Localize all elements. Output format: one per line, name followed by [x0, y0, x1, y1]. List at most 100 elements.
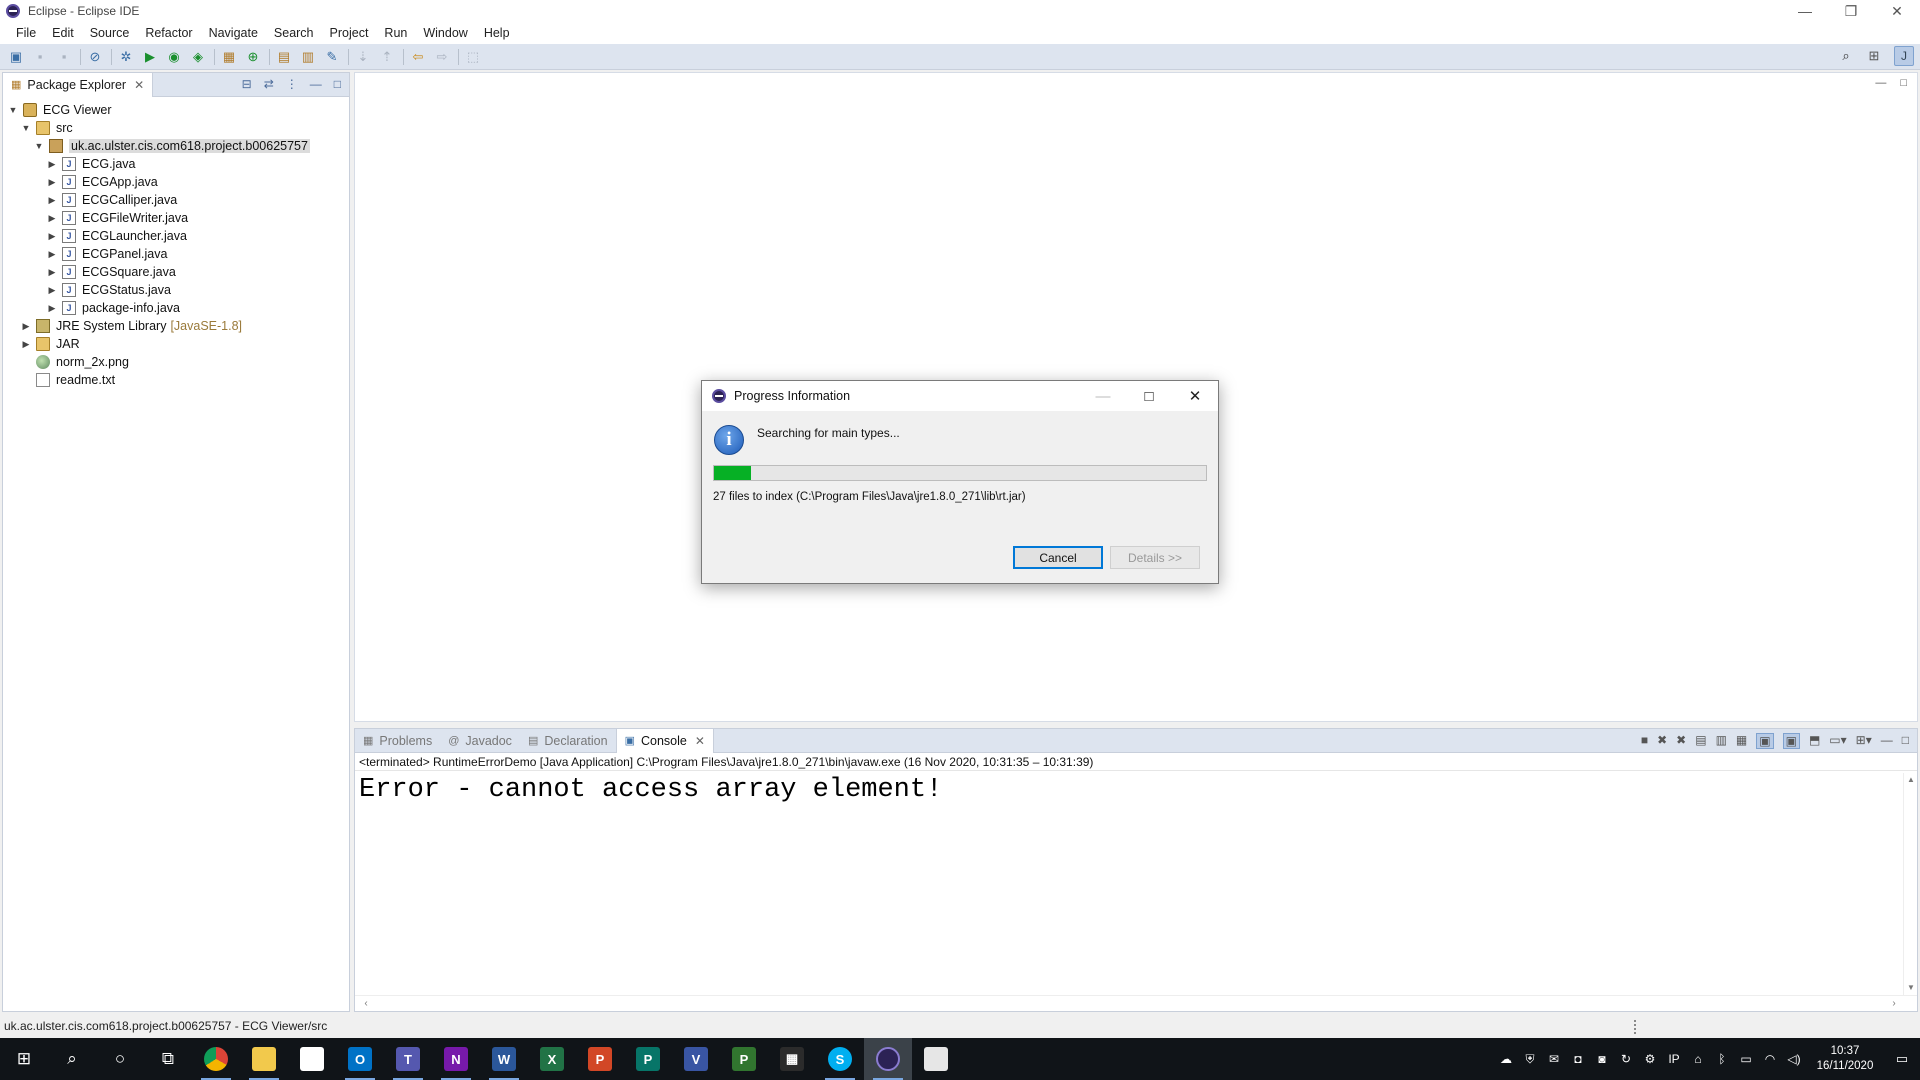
- pin-console-icon[interactable]: ⬒: [1809, 733, 1820, 749]
- tree-item[interactable]: ▶ J ECGSquare.java: [3, 263, 349, 281]
- new-class-icon[interactable]: ⊕: [245, 49, 261, 65]
- coverage-icon[interactable]: ◉: [166, 49, 182, 65]
- dialog-maximize-button[interactable]: □: [1126, 381, 1172, 411]
- chevron-down-icon[interactable]: ▼: [33, 141, 45, 151]
- taskbar-teams[interactable]: T: [384, 1038, 432, 1080]
- tree-item[interactable]: ▶ Jpackage-info.java: [3, 299, 349, 317]
- taskbar-word[interactable]: W: [480, 1038, 528, 1080]
- scroll-right-icon[interactable]: ›: [1887, 996, 1901, 1012]
- tab-javadoc[interactable]: @ Javadoc: [440, 729, 520, 753]
- wifi-icon[interactable]: ◠: [1758, 1052, 1782, 1066]
- cancel-button[interactable]: Cancel: [1013, 546, 1103, 569]
- menu-refactor[interactable]: Refactor: [137, 26, 200, 40]
- chevron-right-icon[interactable]: ▶: [46, 285, 58, 296]
- taskbar-visio[interactable]: V: [672, 1038, 720, 1080]
- external-tools-icon[interactable]: ◈: [190, 49, 206, 65]
- show-on-stdout-icon[interactable]: ▣: [1756, 733, 1774, 749]
- vertical-scrollbar[interactable]: ▲ ▼: [1903, 773, 1917, 995]
- search-icon[interactable]: ⌕: [48, 1038, 96, 1080]
- pin-editor-icon[interactable]: ⬚: [465, 49, 481, 65]
- chevron-down-icon[interactable]: ▼: [20, 123, 32, 133]
- clock[interactable]: 10:37 16/11/2020: [1806, 1044, 1884, 1074]
- save-all-icon[interactable]: ▪: [56, 49, 72, 65]
- scroll-down-icon[interactable]: ▼: [1904, 981, 1918, 995]
- run-icon[interactable]: ▶: [142, 49, 158, 65]
- menu-window[interactable]: Window: [415, 26, 475, 40]
- tree-item[interactable]: ▶ J ECGLauncher.java: [3, 227, 349, 245]
- minimize-icon[interactable]: —: [310, 77, 322, 91]
- volume-icon[interactable]: ◁): [1782, 1052, 1806, 1066]
- menu-navigate[interactable]: Navigate: [201, 26, 266, 40]
- scroll-up-icon[interactable]: ▲: [1904, 773, 1918, 787]
- display-console-icon[interactable]: ▭▾: [1829, 733, 1846, 749]
- tree-item[interactable]: readme.txt: [3, 371, 349, 389]
- terminate-icon[interactable]: ■: [1641, 733, 1648, 749]
- collapse-all-icon[interactable]: ⊟: [242, 77, 252, 91]
- taskbar-eclipse[interactable]: [864, 1038, 912, 1080]
- bluetooth-icon[interactable]: ᛒ: [1710, 1052, 1734, 1066]
- chevron-right-icon[interactable]: ▶: [46, 213, 58, 224]
- tree-item[interactable]: ▶ J ECGCalliper.java: [3, 191, 349, 209]
- java-perspective-icon[interactable]: J: [1894, 46, 1914, 66]
- battery-icon[interactable]: ▭: [1734, 1052, 1758, 1066]
- chevron-right-icon[interactable]: ▶: [46, 303, 58, 314]
- chevron-right-icon[interactable]: ▶: [46, 177, 58, 188]
- sync-icon[interactable]: ↻: [1614, 1052, 1638, 1066]
- prev-annotation-icon[interactable]: ⇡: [379, 49, 395, 65]
- taskbar-skype[interactable]: S: [816, 1038, 864, 1080]
- menu-project[interactable]: Project: [322, 26, 377, 40]
- tab-problems[interactable]: ▦ Problems: [355, 729, 440, 753]
- minimize-button[interactable]: —: [1782, 0, 1828, 22]
- tree-item[interactable]: norm_2x.png: [3, 353, 349, 371]
- taskbar-powerpoint[interactable]: P: [576, 1038, 624, 1080]
- horizontal-scrollbar[interactable]: ‹ ›: [355, 995, 1917, 1011]
- show-on-stderr-icon[interactable]: ▣: [1782, 733, 1800, 749]
- taskbar-store[interactable]: [288, 1038, 336, 1080]
- close-icon[interactable]: ✕: [695, 734, 705, 748]
- clear-console-icon[interactable]: ▤: [1695, 733, 1706, 749]
- tree-item[interactable]: ▶ JAR: [3, 335, 349, 353]
- ime-icon[interactable]: IP: [1662, 1052, 1686, 1066]
- open-type-icon[interactable]: ▤: [276, 49, 292, 65]
- task-view-icon[interactable]: ⧉: [144, 1038, 192, 1080]
- console-output[interactable]: Error - cannot access array element!: [355, 773, 1903, 995]
- close-button[interactable]: ✕: [1874, 0, 1920, 22]
- tab-package-explorer[interactable]: ▦ Package Explorer ✕: [3, 72, 154, 97]
- taskbar-paint[interactable]: [912, 1038, 960, 1080]
- minimize-icon[interactable]: —: [1881, 733, 1893, 749]
- taskbar-project[interactable]: P: [720, 1038, 768, 1080]
- chevron-right-icon[interactable]: ▶: [46, 195, 58, 206]
- back-icon[interactable]: ⇦: [410, 49, 426, 65]
- tab-declaration[interactable]: ▤ Declaration: [520, 729, 616, 753]
- word-wrap-icon[interactable]: ▦: [1736, 733, 1747, 749]
- scroll-lock-icon[interactable]: ▥: [1716, 733, 1727, 749]
- tree-item[interactable]: ▶ J ECGPanel.java: [3, 245, 349, 263]
- taskbar-file-explorer[interactable]: [240, 1038, 288, 1080]
- menu-source[interactable]: Source: [82, 26, 138, 40]
- outlook-tray-icon[interactable]: ◘: [1566, 1052, 1590, 1066]
- tree-item[interactable]: ▼ ECG Viewer: [3, 101, 349, 119]
- chevron-right-icon[interactable]: ▶: [46, 231, 58, 242]
- tree-item[interactable]: ▼ src: [3, 119, 349, 137]
- maximize-icon[interactable]: □: [1900, 77, 1907, 89]
- remove-launch-icon[interactable]: ✖: [1657, 733, 1667, 749]
- network-adapter-icon[interactable]: ⌂: [1686, 1052, 1710, 1066]
- tree-item[interactable]: ▶ JRE System Library [JavaSE-1.8]: [3, 317, 349, 335]
- taskbar-chrome[interactable]: [192, 1038, 240, 1080]
- chevron-right-icon[interactable]: ▶: [46, 159, 58, 170]
- open-console-icon[interactable]: ⊞▾: [1856, 733, 1872, 749]
- forward-icon[interactable]: ⇨: [434, 49, 450, 65]
- menu-edit[interactable]: Edit: [44, 26, 82, 40]
- open-task-icon[interactable]: ▥: [300, 49, 316, 65]
- start-button[interactable]: ⊞: [0, 1038, 48, 1080]
- tree-item[interactable]: ▶ J ECG.java: [3, 155, 349, 173]
- view-menu-icon[interactable]: ⋮: [286, 77, 298, 91]
- menu-help[interactable]: Help: [476, 26, 518, 40]
- scroll-left-icon[interactable]: ‹: [359, 996, 373, 1012]
- maximize-icon[interactable]: □: [1902, 733, 1909, 749]
- skip-breakpoints-icon[interactable]: ⊘: [87, 49, 103, 65]
- menu-file[interactable]: File: [8, 26, 44, 40]
- chevron-right-icon[interactable]: ▶: [46, 249, 58, 260]
- chevron-right-icon[interactable]: ▶: [20, 339, 32, 350]
- dialog-minimize-button[interactable]: —: [1080, 381, 1126, 411]
